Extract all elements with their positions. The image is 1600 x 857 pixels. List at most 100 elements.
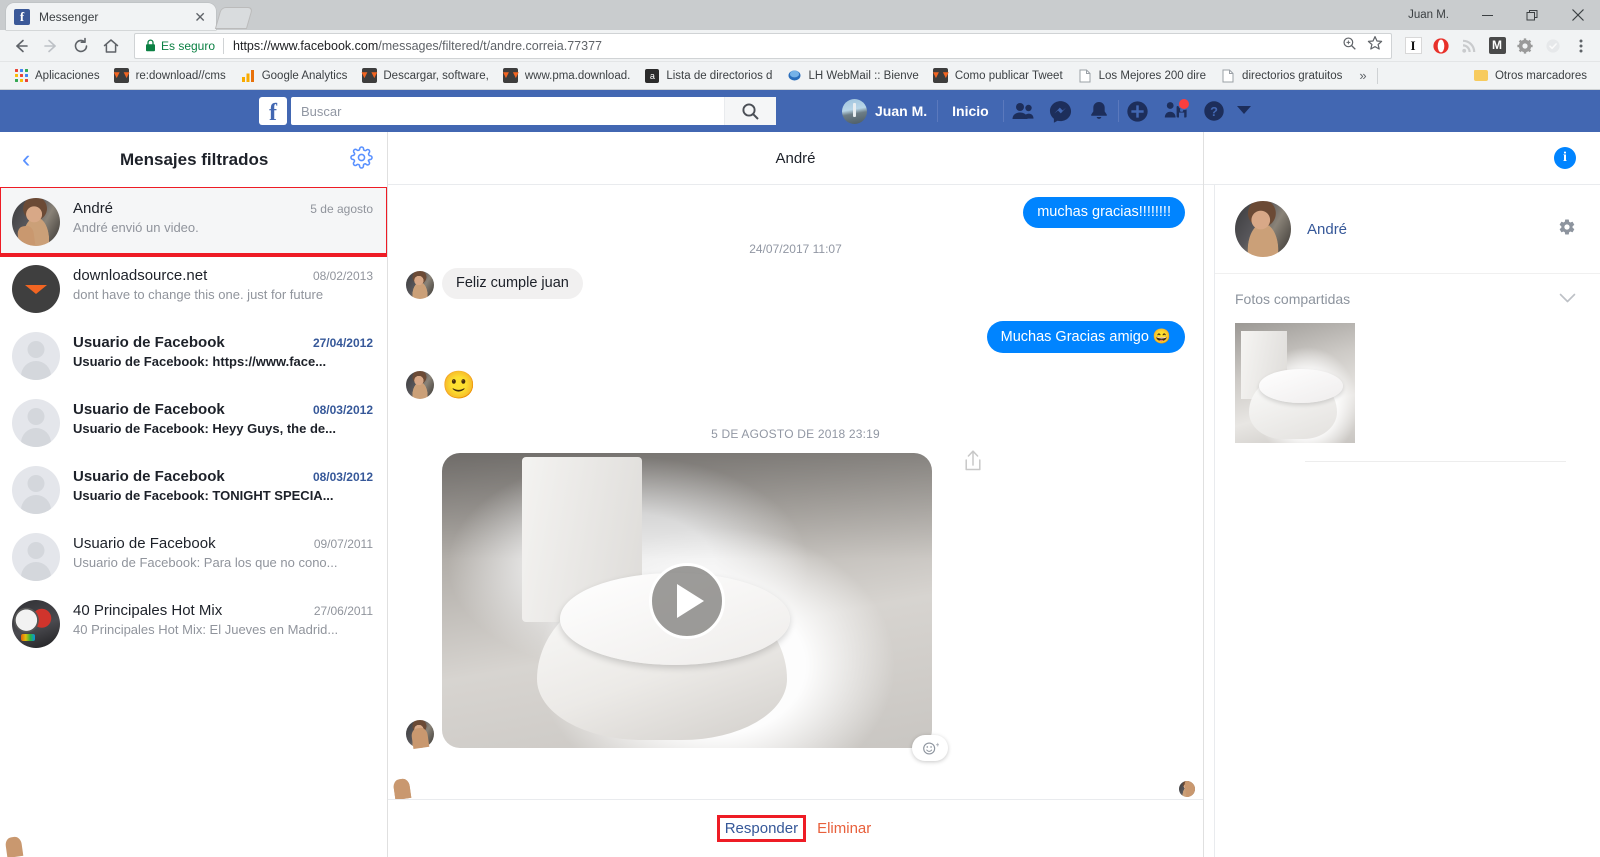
delete-button[interactable]: Eliminar — [817, 820, 871, 837]
reply-button[interactable]: Responder — [720, 818, 803, 839]
message-emoji[interactable]: 🙂 — [442, 372, 476, 399]
message-row-outgoing: muchas gracias!!!!!!!! — [406, 197, 1185, 228]
nav-home-link[interactable]: Inicio — [938, 103, 1003, 119]
reload-button[interactable] — [66, 32, 96, 60]
share-icon[interactable] — [962, 448, 984, 477]
bookmark-star-icon[interactable] — [1367, 35, 1383, 56]
gear-icon[interactable] — [350, 145, 373, 174]
omnibox-actions — [1342, 35, 1385, 56]
bookmarks-overflow-button[interactable]: » — [1349, 68, 1376, 83]
bookmarks-bar: Aplicaciones ▼▼ re:download//cms Google … — [0, 62, 1600, 90]
list-item[interactable]: Usuario de Facebook 08/03/2012 Usuario d… — [0, 388, 387, 455]
bookmark-directorios-gratuitos[interactable]: directorios gratuitos — [1213, 66, 1349, 86]
bookmark-lista-directorios[interactable]: a Lista de directorios d — [637, 66, 779, 86]
facebook-search[interactable] — [291, 97, 776, 125]
page-title: Mensajes filtrados — [120, 149, 269, 169]
help-question-icon[interactable]: ? — [1195, 94, 1233, 128]
create-plus-icon[interactable] — [1119, 94, 1157, 128]
bookmark-label: directorios gratuitos — [1242, 69, 1343, 82]
bookmark-pma-download[interactable]: ▼▼ www.pma.download. — [496, 66, 637, 86]
list-item[interactable]: 40 Principales Hot Mix 27/06/2011 40 Pri… — [0, 589, 387, 656]
account-settings-icon[interactable] — [1157, 94, 1195, 128]
add-reaction-icon[interactable]: + — [912, 735, 948, 761]
details-person-name[interactable]: André — [1307, 221, 1542, 238]
bookmark-label: Aplicaciones — [35, 69, 100, 82]
chevron-down-icon[interactable] — [1559, 290, 1576, 307]
opera-extension-icon[interactable] — [1428, 33, 1454, 59]
bookmark-label: Google Analytics — [261, 69, 348, 82]
thread-panel: André muchas gracias!!!!!!!! 24/07/2017 … — [388, 132, 1204, 857]
home-button[interactable] — [96, 32, 126, 60]
message-bubble[interactable]: Feliz cumple juan — [442, 268, 583, 299]
window-restore-button[interactable] — [1510, 0, 1555, 30]
disabled-extension-icon[interactable] — [1540, 33, 1566, 59]
bookmark-label: www.pma.download. — [524, 69, 631, 82]
window-user-label[interactable]: Juan M. — [1392, 9, 1465, 21]
search-input[interactable] — [291, 103, 724, 119]
back-button[interactable] — [6, 32, 36, 60]
conversation-snippet: Usuario de Facebook: Para los que no con… — [73, 555, 338, 570]
avatar — [12, 533, 60, 581]
video-attachment[interactable] — [442, 453, 932, 748]
mailbox-extension-icon[interactable]: M — [1484, 33, 1510, 59]
chevron-down-icon[interactable] — [1236, 102, 1251, 120]
forward-button[interactable] — [36, 32, 66, 60]
details-person-row[interactable]: André — [1215, 185, 1600, 274]
browser-tab-messenger[interactable]: f Messenger ✕ — [6, 3, 216, 30]
shared-photos-header[interactable]: Fotos compartidas — [1235, 290, 1576, 307]
info-icon[interactable]: i — [1554, 147, 1576, 169]
window-minimize-button[interactable] — [1465, 0, 1510, 30]
play-button-icon[interactable] — [649, 562, 725, 639]
instapaper-extension-icon[interactable]: I — [1400, 33, 1426, 59]
shared-photo-thumbnail[interactable] — [1235, 323, 1355, 443]
bookmark-google-analytics[interactable]: Google Analytics — [233, 66, 355, 86]
notification-badge — [1177, 98, 1190, 110]
notifications-bell-icon[interactable] — [1080, 94, 1118, 128]
bookmark-descargar-software[interactable]: ▼▼ Descargar, software, — [354, 66, 495, 86]
bookmark-lh-webmail[interactable]: LH WebMail :: Bienve — [779, 66, 925, 86]
message-bubble[interactable]: Muchas Gracias amigo 😄 — [986, 321, 1185, 353]
gear-icon[interactable] — [1558, 218, 1576, 241]
conversation-list[interactable]: André 5 de agosto André envió un video. … — [0, 187, 387, 857]
friend-requests-icon[interactable] — [1004, 94, 1042, 128]
window-close-button[interactable] — [1555, 0, 1600, 30]
tab-close-icon[interactable]: ✕ — [192, 10, 208, 24]
bookmark-other-bookmarks[interactable]: Otros marcadores — [1466, 66, 1594, 86]
zoom-icon[interactable] — [1342, 36, 1357, 56]
bookmark-redownload-cms[interactable]: ▼▼ re:download//cms — [107, 66, 233, 86]
address-bar[interactable]: Es seguro https://www.facebook.com/messa… — [134, 32, 1392, 59]
bookmark-aplicaciones[interactable]: Aplicaciones — [6, 66, 107, 86]
bookmark-como-publicar-tweet[interactable]: ▼▼ Como publicar Tweet — [926, 66, 1070, 86]
list-item[interactable]: André 5 de agosto André envió un video. — [0, 187, 387, 256]
message-bubble[interactable]: muchas gracias!!!!!!!! — [1023, 197, 1185, 228]
conversation-snippet: Usuario de Facebook: https://www.face... — [73, 354, 327, 369]
downloadsource-icon: ▼▼ — [931, 68, 951, 84]
new-tab-button[interactable] — [214, 7, 254, 29]
list-item[interactable]: Usuario de Facebook 08/03/2012 Usuario d… — [0, 455, 387, 522]
conversation-name: 40 Principales Hot Mix — [73, 602, 223, 619]
conversation-date: 27/04/2012 — [312, 336, 373, 350]
search-icon[interactable] — [724, 97, 776, 125]
bookmark-mejores-200-directorios[interactable]: Los Mejores 200 dire — [1070, 66, 1213, 86]
avatar — [12, 466, 60, 514]
message-scroll-area[interactable]: muchas gracias!!!!!!!! 24/07/2017 11:07 … — [388, 185, 1203, 799]
bookmark-label: Como publicar Tweet — [954, 69, 1063, 82]
list-item[interactable]: Usuario de Facebook 27/04/2012 Usuario d… — [0, 321, 387, 388]
security-label: Es seguro — [161, 38, 216, 53]
list-item[interactable]: Usuario de Facebook 09/07/2011 Usuario d… — [0, 522, 387, 589]
rss-extension-icon[interactable] — [1456, 33, 1482, 59]
profile-link[interactable]: Juan M. — [832, 98, 937, 124]
extension-toolbar: I M — [1400, 33, 1594, 59]
list-item[interactable]: downloadsource.net 08/02/2013 dont have … — [0, 254, 387, 321]
facebook-logo-icon[interactable]: f — [259, 97, 287, 125]
bookmark-label: Lista de directorios d — [666, 69, 773, 82]
details-panel: i André Fotos compartidas — [1204, 132, 1600, 857]
facebook-nav: Juan M. Inicio ? — [832, 94, 1265, 128]
conversation-date: 09/07/2011 — [313, 537, 373, 551]
messenger-icon[interactable] — [1042, 94, 1080, 128]
message-row-incoming: Feliz cumple juan — [406, 268, 1185, 299]
browser-menu-button[interactable] — [1568, 33, 1594, 59]
svg-text:+: + — [935, 740, 938, 749]
back-chevron-icon[interactable]: ‹ — [14, 147, 38, 172]
settings-extension-icon[interactable] — [1512, 33, 1538, 59]
